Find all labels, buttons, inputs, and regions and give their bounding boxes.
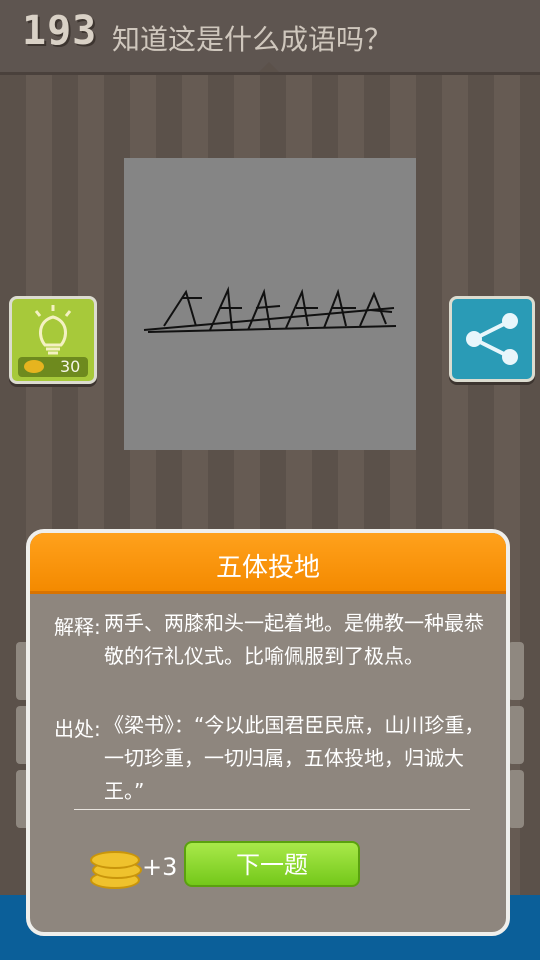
question-text: 知道这是什么成语吗？ [112,23,393,56]
answer-tile [508,642,524,700]
puzzle-glyphs [143,286,397,333]
hint-cost-value: 30 [60,357,81,376]
hint-button[interactable]: 30 [9,296,97,384]
coin-icon [24,360,44,373]
source-label: 出处: [54,717,101,741]
level-number: 193 [22,8,98,54]
answer-dialog: 五体投地 解释: 两手、两膝和头一起着地。是佛教一种最恭敬的行礼仪式。比喻佩服到… [26,529,510,936]
answer-tile [508,706,524,764]
answer-tile [508,770,524,828]
source-text: 《梁书》：“今以此国君臣民庶，山川珍重，一切珍重，一切归属，五体投地，归诚大王。… [104,713,485,803]
share-icon [466,313,518,365]
hint-cost: 30 [18,357,88,377]
coins-icon [90,847,142,889]
dialog-title-bar: 五体投地 [30,533,506,594]
lightbulb-icon [34,305,72,355]
share-button[interactable] [449,296,535,382]
explanation-text: 两手、两膝和头一起着地。是佛教一种最恭敬的行礼仪式。比喻佩服到了极点。 [104,611,484,668]
reward-amount: +3 [142,853,178,881]
divider [74,809,470,810]
puzzle-image [124,158,416,450]
header-notch [259,62,279,72]
next-question-button[interactable]: 下一题 [184,841,360,887]
explanation-label: 解释: [54,615,101,639]
idiom-answer: 五体投地 [215,553,320,583]
